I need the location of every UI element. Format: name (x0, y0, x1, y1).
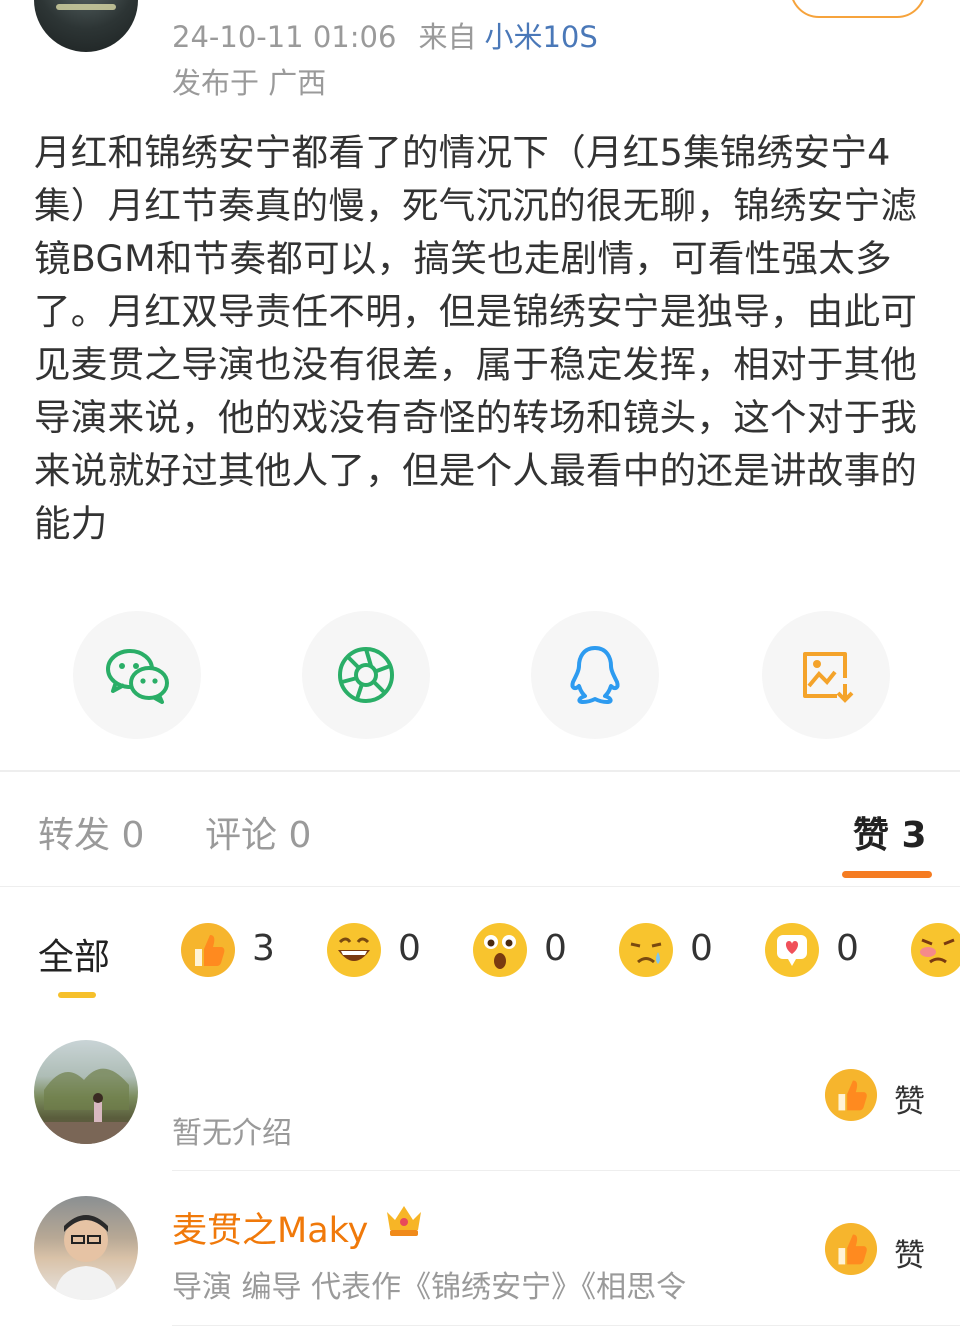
qq-icon (570, 646, 620, 704)
section-divider (0, 770, 960, 772)
follow-button[interactable] (790, 0, 926, 18)
wechat-icon (106, 649, 169, 704)
reaction-count-surprised: 0 (544, 928, 567, 969)
reaction-count-laugh: 0 (398, 928, 421, 969)
list-divider (172, 1170, 960, 1171)
angry-icon[interactable] (910, 922, 960, 978)
post-text: 月红和锦绣安宁都看了的情况下（月红5集锦绣安宁4集）月红节奏真的慢，死气沉沉的很… (34, 131, 918, 545)
share-wechat-button[interactable] (73, 611, 201, 739)
active-tab-indicator (842, 871, 932, 878)
user-avatar[interactable] (34, 1040, 138, 1144)
post-device-link[interactable]: 小米10S (484, 20, 597, 54)
post-date: 24-10-11 01:06 (172, 20, 397, 54)
post-location: 发布于 广西 (172, 66, 327, 100)
author-avatar[interactable] (34, 0, 138, 52)
reaction-filter-all[interactable]: 全部 (38, 928, 110, 980)
laugh-icon[interactable] (326, 922, 382, 978)
tab-comment[interactable]: 评论 0 (205, 806, 311, 858)
reaction-count-heart: 0 (836, 928, 859, 969)
thumbs-up-icon[interactable] (824, 1222, 878, 1276)
tab-like[interactable]: 赞 3 (853, 806, 927, 858)
user-avatar[interactable] (34, 1196, 138, 1300)
list-divider (172, 1325, 960, 1326)
like-button-label[interactable]: 赞 (894, 1076, 925, 1121)
tabs-divider (0, 886, 960, 887)
user-intro: 导演 编导 代表作《锦绣安宁》《相思令 (172, 1270, 687, 1305)
reaction-count-like: 3 (252, 928, 275, 969)
heart-icon[interactable] (764, 922, 820, 978)
like-button-label[interactable]: 赞 (894, 1230, 925, 1275)
post-meta: 24-10-11 01:06 来自 小米10S (172, 14, 598, 56)
reaction-count-sad: 0 (690, 928, 713, 969)
surprised-icon[interactable] (472, 922, 528, 978)
thumbs-up-icon[interactable] (824, 1068, 878, 1122)
save-image-icon (803, 652, 854, 703)
avatar-photo (34, 1068, 138, 1144)
user-name[interactable]: 麦贯之Maky (172, 1202, 368, 1253)
share-save-image-button[interactable] (762, 611, 890, 739)
moments-icon (338, 647, 394, 703)
user-intro: 暂无介绍 (172, 1116, 292, 1151)
tab-repost[interactable]: 转发 0 (38, 806, 144, 858)
sad-icon[interactable] (618, 922, 674, 978)
verified-crown-icon (387, 1206, 421, 1236)
avatar-photo (54, 1215, 118, 1300)
share-qq-button[interactable] (531, 611, 659, 739)
post-from-label: 来自 (418, 20, 477, 54)
thumbs-up-icon[interactable] (180, 922, 236, 978)
share-moments-button[interactable] (302, 611, 430, 739)
reaction-filter-indicator (58, 992, 96, 998)
